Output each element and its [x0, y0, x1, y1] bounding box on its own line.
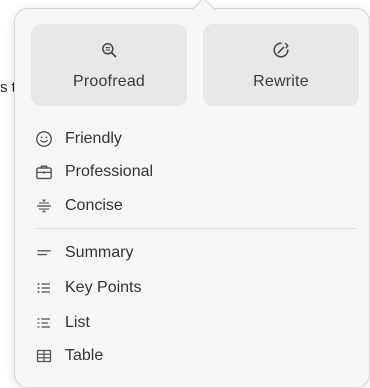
- numbered-list-icon: [35, 314, 53, 332]
- concise-label: Concise: [65, 197, 123, 214]
- menu-item-concise[interactable]: Concise: [35, 193, 335, 219]
- writing-tools-popover: Proofread Rewrite Friendly Professional …: [14, 0, 370, 388]
- proofread-label: Proofread: [72, 73, 146, 90]
- key-points-label: Key Points: [65, 279, 142, 296]
- rewrite-circle-icon: [272, 41, 290, 59]
- menu-item-summary[interactable]: Summary: [35, 240, 335, 266]
- summary-label: Summary: [65, 244, 134, 261]
- menu-item-friendly[interactable]: Friendly: [35, 126, 335, 152]
- table-icon: [35, 347, 53, 365]
- divide-icon: [35, 197, 53, 215]
- smiley-icon: [35, 130, 53, 148]
- professional-label: Professional: [65, 163, 154, 180]
- bullet-list-icon: [35, 279, 53, 297]
- popover-pointer: [191, 0, 216, 22]
- list-label: List: [65, 314, 90, 331]
- menu-item-key-points[interactable]: Key Points: [35, 275, 335, 301]
- table-label: Table: [65, 347, 104, 364]
- summary-lines-icon: [35, 244, 53, 262]
- menu-item-list[interactable]: List: [35, 310, 335, 336]
- proofread-button[interactable]: Proofread: [31, 24, 187, 106]
- rewrite-label: Rewrite: [253, 73, 309, 90]
- magnifier-icon: [100, 41, 118, 59]
- friendly-label: Friendly: [65, 130, 122, 147]
- menu-item-professional[interactable]: Professional: [35, 159, 335, 185]
- rewrite-button[interactable]: Rewrite: [203, 24, 359, 106]
- menu-divider: [35, 228, 356, 229]
- menu-item-table[interactable]: Table: [35, 343, 335, 369]
- briefcase-icon: [35, 163, 53, 181]
